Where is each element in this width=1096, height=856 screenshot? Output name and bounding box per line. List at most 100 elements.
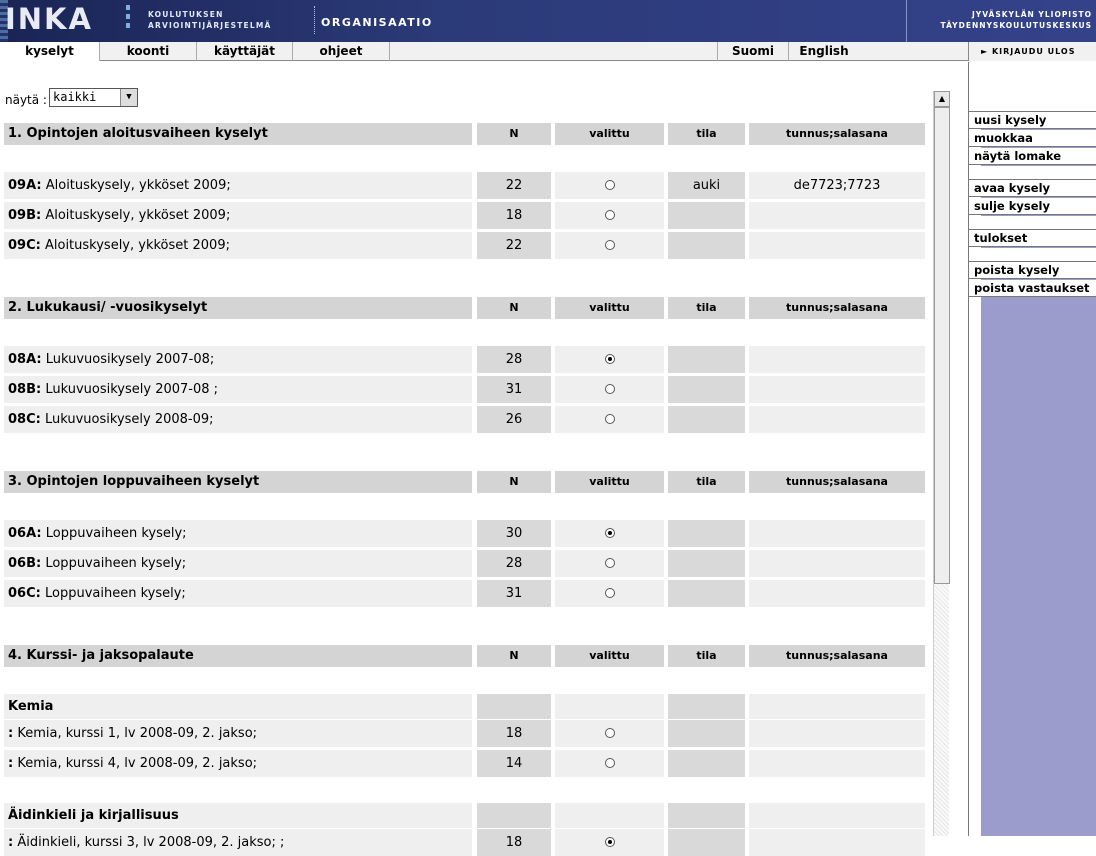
select-radio[interactable] [604,836,615,847]
tab-ohjeet[interactable]: ohjeet [293,42,390,61]
group-header: Äidinkieli ja kirjallisuus [0,803,930,828]
tab-kyselyt[interactable]: kyselyt [0,42,100,61]
survey-name: Äidinkieli, kurssi 3, lv 2008-09, 2. jak… [17,835,285,850]
delete-survey-link[interactable]: poista kysely [969,262,1096,279]
column-header-selected: valittu [555,297,664,319]
response-count: 28 [477,346,551,373]
open-survey-link[interactable]: avaa kysely [969,180,1096,197]
survey-name-cell: 08B: Lukuvuosikysely 2007-08 ; [4,376,472,403]
lang-english-link[interactable]: English [789,42,859,61]
survey-name-cell: 09B: Aloituskysely, ykköset 2009; [4,202,472,229]
survey-name: Kemia, kurssi 4, lv 2008-09, 2. jakso; [17,756,258,771]
scroll-up-icon[interactable]: ▲ [934,91,950,107]
select-radio[interactable] [604,413,615,424]
credentials-cell [749,750,925,777]
app-subtitle-line2: ARVIOINTIJÄRJESTELMÄ [148,21,272,30]
tab-koonti[interactable]: koonti [100,42,197,61]
survey-name: Lukuvuosikysely 2007-08 ; [45,382,219,397]
table-row: 08C: Lukuvuosikysely 2008-09; 26 [0,406,930,433]
sidebar-spacer [969,248,1096,262]
table-row: 08A: Lukuvuosikysely 2007-08; 28 [0,346,930,373]
scroll-thumb[interactable] [934,107,950,584]
column-header-n: N [477,471,551,493]
app-subtitle: KOULUTUKSEN ARVIOINTIJÄRJESTELMÄ [148,9,272,31]
select-cell [555,550,664,577]
main-nav: kyselyt koonti käyttäjät ohjeet Suomi En… [0,42,1096,61]
survey-code: : [8,756,14,771]
select-radio[interactable] [604,757,615,768]
select-radio[interactable] [604,587,615,598]
select-radio[interactable] [604,557,615,568]
column-header-credentials: tunnus;salasana [749,297,925,319]
new-survey-link[interactable]: uusi kysely [969,112,1096,129]
select-cell [555,750,664,777]
credentials-cell [749,520,925,547]
table-row: 09B: Aloituskysely, ykköset 2009; 18 [0,202,930,229]
response-count: 31 [477,580,551,607]
select-cell [555,172,664,199]
scrollbar[interactable]: ▲ [933,91,950,836]
select-radio[interactable] [604,727,615,738]
select-radio[interactable] [604,527,615,538]
header-divider [314,6,315,34]
edit-link[interactable]: muokkaa [969,130,1096,147]
column-header-credentials: tunnus;salasana [749,471,925,493]
select-cell [555,346,664,373]
survey-code: 09C: [8,238,41,253]
section-header: 3. Opintojen loppuvaiheen kyselyt Nvalitt… [0,471,930,493]
close-survey-link[interactable]: sulje kysely [969,198,1096,215]
survey-name: Lukuvuosikysely 2008-09; [44,412,214,427]
survey-name-cell: 06A: Loppuvaiheen kysely; [4,520,472,547]
group-title: Äidinkieli ja kirjallisuus [4,803,472,828]
status-cell: auki [668,172,745,199]
select-radio[interactable] [604,383,615,394]
status-cell [668,550,745,577]
select-cell [555,520,664,547]
credentials-cell [749,406,925,433]
response-count: 31 [477,376,551,403]
select-radio[interactable] [604,179,615,190]
group-header: Kemia [0,694,930,719]
delete-answers-link[interactable]: poista vastaukset [969,280,1096,297]
credentials-cell [749,232,925,259]
table-row: 06A: Loppuvaiheen kysely; 30 [0,520,930,547]
column-header-status: tila [668,645,745,667]
column-header-credentials: tunnus;salasana [749,645,925,667]
section-title: 1. Opintojen aloitusvaiheen kyselyt [4,123,472,145]
credentials-cell: de7723;7723 [749,172,925,199]
group-n-cell [477,694,551,719]
chevron-down-icon[interactable]: ▼ [120,89,137,106]
status-cell [668,202,745,229]
university-name: JYVÄSKYLÄN YLIOPISTO TÄYDENNYSKOULUTUSKE… [941,9,1092,31]
lang-finnish-link[interactable]: Suomi [717,42,789,61]
response-count: 28 [477,550,551,577]
survey-name: Aloituskysely, ykköset 2009; [44,238,230,253]
response-count: 18 [477,202,551,229]
app-header: INKA KOULUTUKSEN ARVIOINTIJÄRJESTELMÄ OR… [0,0,1096,42]
survey-name-cell: 08A: Lukuvuosikysely 2007-08; [4,346,472,373]
group-n-cell [477,803,551,828]
column-header-status: tila [668,471,745,493]
survey-code: : [8,726,14,741]
select-radio[interactable] [604,239,615,250]
column-header-status: tila [668,297,745,319]
survey-code: 09B: [8,208,42,223]
results-link[interactable]: tulokset [969,230,1096,247]
survey-code: 06A: [8,526,42,541]
filter-select[interactable]: kaikki ▼ [49,88,138,107]
survey-code: : [8,835,14,850]
status-cell [668,720,745,747]
column-header-selected: valittu [555,471,664,493]
survey-name: Lukuvuosikysely 2007-08; [45,352,215,367]
header-divider-right [906,0,907,42]
status-cell [668,520,745,547]
select-radio[interactable] [604,353,615,364]
survey-code: 06C: [8,586,41,601]
tab-kayttajat[interactable]: käyttäjät [197,42,293,61]
show-form-link[interactable]: näytä lomake [969,148,1096,165]
survey-name: Kemia, kurssi 1, lv 2008-09, 2. jakso; [17,726,258,741]
logout-link[interactable]: ► KIRJAUDU ULOS [968,42,1096,61]
select-radio[interactable] [604,209,615,220]
survey-name: Loppuvaiheen kysely; [44,586,186,601]
select-cell [555,406,664,433]
